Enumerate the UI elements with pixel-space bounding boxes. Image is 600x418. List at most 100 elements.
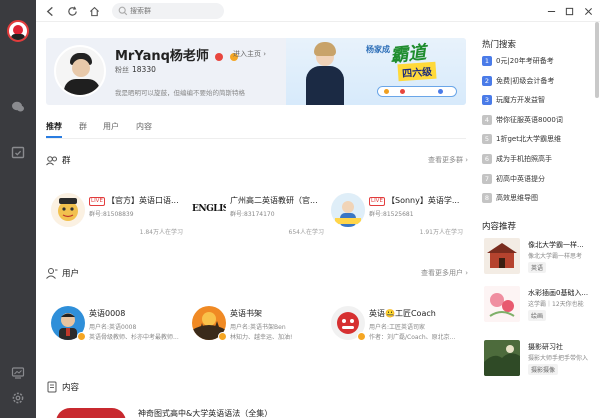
user-handle: 用户名:工匠英语司家 — [369, 324, 426, 331]
hot-search-item[interactable]: 4 带你征服英语8000词 — [482, 114, 592, 127]
promo-banner[interactable]: 杨家成 霸道 四六级 — [286, 38, 466, 105]
more-groups-link[interactable]: 查看更多群 › — [428, 155, 468, 165]
hot-search-text: 1折get北大学霸思维 — [496, 135, 561, 144]
recommend-item[interactable]: 水彩插画0基础入... 这学霸｜12天你也能 绘画 — [482, 286, 592, 330]
group-id: 群号:83174170 — [230, 211, 275, 218]
hot-rank-badge: 4 — [482, 114, 492, 125]
verified-v-icon — [77, 332, 86, 341]
back-arrow-icon[interactable] — [43, 4, 57, 18]
profile-name: MrYanq杨老师 — [115, 49, 209, 64]
recommend-subtitle: 摄影大师手把手带你入 — [528, 355, 589, 362]
group-card[interactable]: ENGLISH 广州高二英语教研（官... 群号:83174170 654人在学… — [192, 193, 324, 236]
home-icon[interactable] — [87, 4, 101, 18]
group-learning-count: 654人在学习 — [288, 229, 324, 236]
close-icon[interactable] — [581, 4, 595, 18]
tab-users[interactable]: 用户 — [103, 121, 119, 132]
content-item[interactable]: 神奇图式高中&大学英语语法（全集） — [46, 404, 468, 418]
user-card[interactable]: 英语🤐工匠Coach 用户名:工匠英语司家 作者：刘广磊/Coach、原北京..… — [331, 306, 471, 346]
hot-search-text: 0元|20年考研备考 — [496, 57, 554, 65]
recommend-item[interactable]: 摄影研习社 摄影大师手把手带你入 摄影摄像 — [482, 340, 592, 384]
recommend-thumbnail — [484, 238, 520, 274]
banner-text-3: 四六级 — [397, 61, 437, 82]
users-section-header: 用户 查看更多用户 › — [46, 266, 468, 280]
hot-search-item[interactable]: 3 玩魔方开发益智 — [482, 95, 592, 107]
hot-rank-badge: 3 — [482, 95, 492, 106]
live-badge: LIVE — [369, 197, 385, 206]
recommend-tag: 绘画 — [528, 310, 547, 321]
content-section-header: 内容 — [46, 380, 468, 394]
hot-search-text: 玩魔方开发益智 — [496, 96, 545, 105]
hot-search-item[interactable]: 2 免费|初级会计备考 — [482, 75, 592, 88]
user-description: 英语骨级教师、杉亦中考最教师... — [89, 334, 179, 341]
recommend-thumbnail — [484, 286, 520, 322]
content-section-title: 内容 — [62, 383, 80, 393]
hot-rank-badge: 1 — [482, 56, 492, 66]
group-avatar — [331, 193, 365, 227]
user-card[interactable]: 英语书架 用户名:英语书架Ben 林知力、越幸运、加油! — [192, 306, 332, 346]
recommend-thumbnail — [484, 340, 520, 376]
group-card[interactable]: LIVE 【官方】英语口语... 群号:81508839 1.84万人在学习 — [51, 193, 183, 236]
recommend-title: 内容推荐 — [482, 222, 517, 232]
recommend-tag: 英语 — [528, 262, 547, 273]
document-icon — [47, 381, 57, 393]
recommend-subtitle: 这学霸｜12天你也能 — [528, 301, 584, 308]
app-logo[interactable] — [7, 20, 29, 42]
user-card[interactable]: 英语0008 用户名:英语0008 英语骨级教师、杉亦中考最教师... — [51, 306, 191, 346]
group-avatar-english-logo: ENGLISH — [192, 193, 226, 227]
hot-search-title: 热门搜索 — [482, 40, 517, 50]
group-id: 群号:81508839 — [89, 211, 134, 218]
left-sidebar — [0, 0, 36, 418]
content-title: 神奇图式高中&大学英语语法（全集） — [138, 409, 273, 418]
tab-content[interactable]: 内容 — [136, 121, 152, 132]
minimize-icon[interactable] — [544, 4, 558, 18]
hot-search-item[interactable]: 8 高效思维导图 — [482, 193, 592, 205]
search-box[interactable] — [112, 3, 224, 19]
tab-groups[interactable]: 群 — [79, 121, 87, 132]
live-badge: LIVE — [89, 197, 105, 206]
refresh-icon[interactable] — [65, 4, 79, 18]
user-description: 林知力、越幸运、加油! — [230, 334, 293, 341]
recommend-title-text: 摄影研习社 — [528, 343, 563, 351]
hot-search-item[interactable]: 7 初高中英语提分 — [482, 173, 592, 186]
recommend-item[interactable]: 像北大学霸一样... 像北大学霸一样思考 英语 — [482, 238, 592, 282]
tab-bar: 推荐 群 用户 内容 — [46, 121, 466, 139]
recommend-title-text: 水彩插画0基础入... — [528, 289, 589, 297]
maximize-icon[interactable] — [562, 4, 576, 18]
group-card[interactable]: LIVE 【Sonny】英语学... 群号:81525681 1.91万人在学习 — [331, 193, 463, 236]
hot-search-text: 带你征服英语8000词 — [496, 115, 563, 124]
group-icon — [46, 156, 57, 166]
verified-badge-icon — [215, 52, 224, 61]
user-description: 作者：刘广磊/Coach、原北京... — [369, 334, 456, 341]
group-title: 【Sonny】英语学... — [387, 196, 460, 205]
group-learning-count: 1.84万人在学习 — [139, 229, 183, 236]
hot-rank-badge: 8 — [482, 193, 492, 204]
group-title: 广州高二英语教研（官... — [230, 196, 318, 205]
hot-search-item[interactable]: 1 0元|20年考研备考 — [482, 56, 592, 68]
recommend-tag: 摄影摄像 — [528, 364, 559, 375]
hot-search-text: 初高中英语提分 — [496, 174, 545, 183]
calendar-check-icon[interactable] — [11, 145, 25, 159]
hot-search-item[interactable]: 6 成为手机拍照高手 — [482, 154, 592, 166]
chat-bubbles-icon[interactable] — [11, 100, 25, 114]
verified-v-icon — [357, 332, 366, 341]
settings-gear-icon[interactable] — [11, 391, 25, 405]
tab-recommend[interactable]: 推荐 — [46, 121, 62, 138]
search-input[interactable] — [130, 4, 220, 18]
hot-rank-badge: 6 — [482, 154, 492, 164]
scrollbar[interactable] — [595, 22, 599, 98]
hot-rank-badge: 5 — [482, 134, 492, 145]
banner-pill — [377, 86, 457, 97]
user-name: 英语书架 — [230, 309, 262, 318]
profile-card: MrYanq杨老师 进入主页 › 粉丝 18330 我是晒明可以旋鼓，但编编不要始… — [46, 38, 466, 105]
enter-home-link[interactable]: 进入主页 › — [233, 49, 266, 59]
hot-search-item[interactable]: 5 1折get北大学霸思维 — [482, 134, 592, 146]
group-avatar — [51, 193, 85, 227]
teacher-avatar[interactable] — [54, 45, 106, 97]
hot-rank-badge: 2 — [482, 75, 492, 86]
profile-bio: 我是晒明可以旋鼓，但编编不要始的简斯特格 — [115, 89, 245, 97]
monitor-chart-icon[interactable] — [11, 366, 25, 380]
hot-search-text: 高效思维导图 — [496, 194, 538, 203]
more-users-link[interactable]: 查看更多用户 › — [421, 268, 468, 278]
user-handle: 用户名:英语书架Ben — [230, 324, 286, 331]
users-section-title: 用户 — [62, 269, 80, 279]
